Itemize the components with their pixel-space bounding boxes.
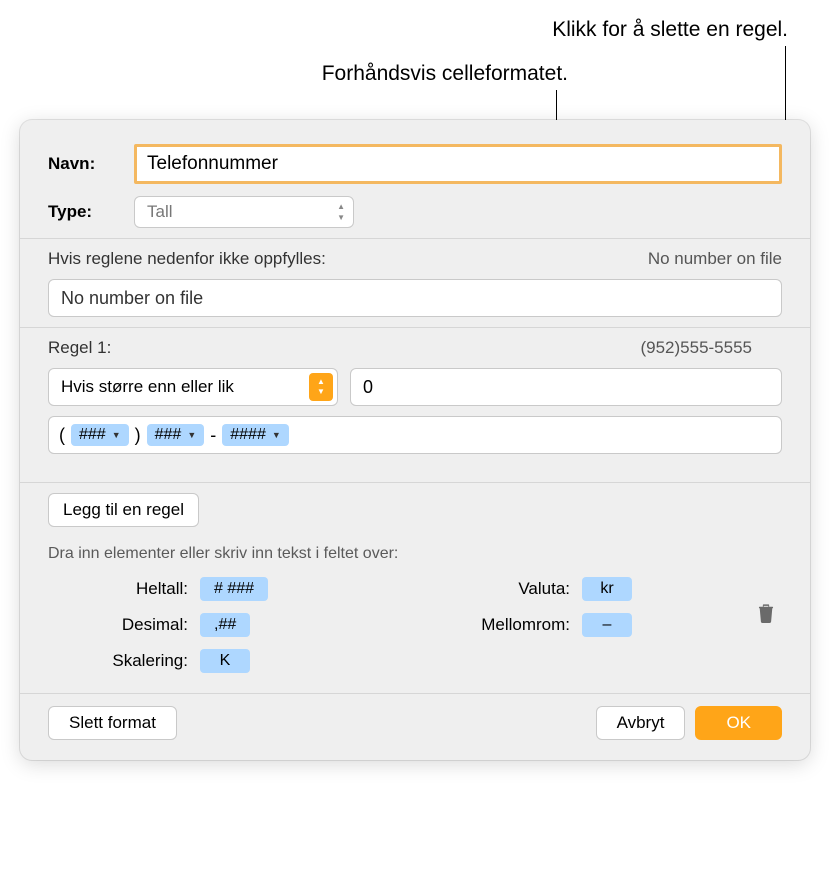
ok-button[interactable]: OK	[695, 706, 782, 740]
custom-format-dialog: Navn: Type: Tall ▲▼ Hvis reglene nedenfo…	[20, 120, 810, 760]
element-label-scale: Skalering:	[78, 651, 188, 671]
name-input[interactable]	[134, 144, 782, 184]
chevron-down-icon: ▼	[272, 430, 281, 440]
rule-preview: (952)555-5555	[640, 338, 782, 358]
literal-dash: -	[210, 425, 216, 446]
delete-format-button[interactable]: Slett format	[48, 706, 177, 740]
fallback-input[interactable]: No number on file	[48, 279, 782, 317]
element-token-decimal[interactable]: ,##	[200, 613, 250, 637]
name-label: Navn:	[48, 154, 134, 174]
rule-label: Regel 1:	[48, 338, 111, 358]
chevron-updown-icon: ▲▼	[309, 373, 333, 401]
format-token-integer[interactable]: ### ▼	[147, 424, 205, 446]
token-text: ####	[230, 426, 266, 444]
callout-preview-format: Forhåndsvis celleformatet.	[322, 62, 568, 86]
add-rule-button[interactable]: Legg til en regel	[48, 493, 199, 527]
literal-open-paren: (	[59, 425, 65, 446]
element-label-space: Mellomrom:	[460, 615, 570, 635]
format-token-integer[interactable]: #### ▼	[222, 424, 289, 446]
fallback-value: No number on file	[61, 288, 203, 309]
element-label-currency: Valuta:	[460, 579, 570, 599]
type-value: Tall	[147, 202, 173, 222]
fallback-label: Hvis reglene nedenfor ikke oppfylles:	[48, 249, 326, 269]
divider	[20, 327, 810, 328]
fallback-preview: No number on file	[648, 249, 782, 269]
cancel-button[interactable]: Avbryt	[596, 706, 686, 740]
element-label-decimal: Desimal:	[78, 615, 188, 635]
condition-select[interactable]: Hvis større enn eller lik ▲▼	[48, 368, 338, 406]
format-pattern-field[interactable]: ( ### ▼ ) ### ▼ - #### ▼	[48, 416, 782, 454]
condition-value-input[interactable]	[350, 368, 782, 406]
drag-hint: Dra inn elementer eller skriv inn tekst …	[48, 545, 782, 563]
element-token-integer[interactable]: # ###	[200, 577, 268, 601]
trash-icon[interactable]	[756, 602, 776, 624]
element-token-space[interactable]: –	[582, 613, 632, 637]
type-select[interactable]: Tall ▲▼	[134, 196, 354, 228]
chevron-down-icon: ▼	[187, 430, 196, 440]
divider	[20, 693, 810, 694]
type-label: Type:	[48, 202, 134, 222]
chevron-updown-icon: ▲▼	[337, 202, 345, 222]
callout-delete-rule: Klikk for å slette en regel.	[552, 18, 788, 42]
format-token-integer[interactable]: ### ▼	[71, 424, 129, 446]
element-token-scale[interactable]: K	[200, 649, 250, 673]
token-text: ###	[79, 426, 106, 444]
element-token-currency[interactable]: kr	[582, 577, 632, 601]
element-label-integer: Heltall:	[78, 579, 188, 599]
token-text: ###	[155, 426, 182, 444]
divider	[20, 238, 810, 239]
literal-close-paren: )	[135, 425, 141, 446]
divider	[20, 482, 810, 483]
condition-value: Hvis større enn eller lik	[61, 377, 234, 397]
chevron-down-icon: ▼	[112, 430, 121, 440]
